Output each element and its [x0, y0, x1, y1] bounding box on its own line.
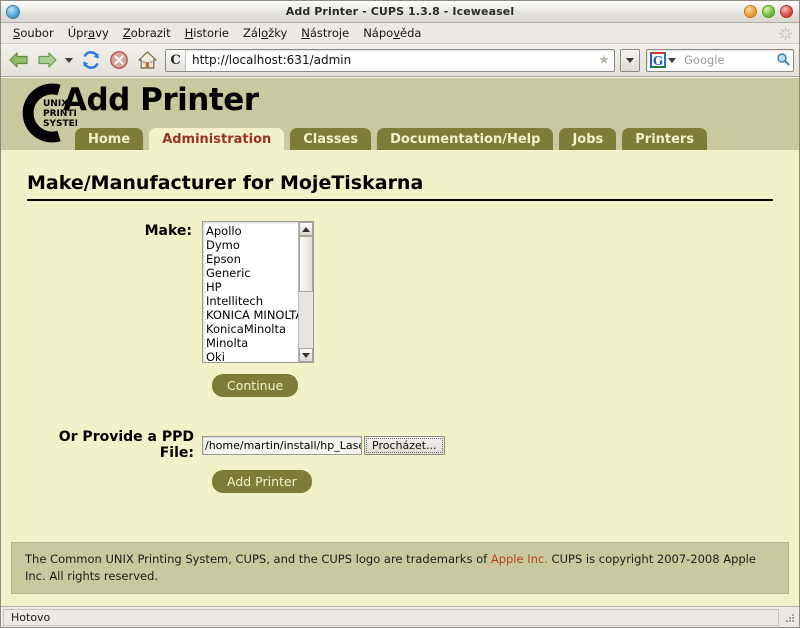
- list-item[interactable]: Generic: [206, 266, 298, 280]
- navigation-toolbar: C http://localhost:631/admin ★ G Google: [1, 44, 799, 77]
- close-button[interactable]: [780, 5, 793, 18]
- search-input[interactable]: Google: [678, 53, 773, 67]
- make-label: Make:: [144, 223, 192, 239]
- forward-arrow-icon: [38, 52, 57, 68]
- continue-button[interactable]: Continue: [212, 374, 299, 397]
- tab-administration[interactable]: Administration: [149, 128, 285, 150]
- chevron-up-icon: [302, 226, 310, 232]
- search-engine-dropdown[interactable]: [666, 47, 678, 73]
- stop-button[interactable]: [106, 47, 132, 73]
- tab-jobs[interactable]: Jobs: [559, 128, 617, 150]
- add-printer-button[interactable]: Add Printer: [212, 470, 312, 493]
- scroll-down-button[interactable]: [299, 348, 313, 362]
- minimize-button[interactable]: [744, 5, 757, 18]
- status-text: Hotovo: [3, 608, 779, 626]
- status-bar: Hotovo: [1, 606, 799, 627]
- list-item[interactable]: Epson: [206, 252, 298, 266]
- url-bar[interactable]: C http://localhost:631/admin ★: [165, 48, 615, 72]
- list-item[interactable]: HP: [206, 280, 298, 294]
- back-button[interactable]: [6, 47, 32, 73]
- page-favicon: C: [166, 49, 186, 71]
- browse-button[interactable]: Procházet...: [364, 435, 445, 455]
- tab-home[interactable]: Home: [75, 128, 144, 150]
- apple-inc-link[interactable]: Apple Inc.: [491, 552, 548, 566]
- bookmark-star-icon[interactable]: ★: [594, 53, 614, 68]
- url-text[interactable]: http://localhost:631/admin: [186, 53, 594, 67]
- page-title: Add Printer: [63, 82, 259, 118]
- url-dropdown-button[interactable]: [620, 48, 640, 72]
- reload-button[interactable]: [78, 47, 104, 73]
- chevron-down-icon: [65, 57, 73, 63]
- list-item[interactable]: Intellitech: [206, 294, 298, 308]
- window-title: Add Printer - CUPS 1.3.8 - Iceweasel: [285, 5, 515, 18]
- menu-zobrazit[interactable]: Zobrazit: [116, 24, 178, 42]
- scrollbar-thumb[interactable]: [299, 236, 313, 292]
- list-item[interactable]: Dymo: [206, 238, 298, 252]
- scrollbar-track[interactable]: [299, 236, 313, 348]
- google-logo-icon: G: [650, 52, 666, 68]
- ppd-file-row: Or Provide a PPD File: /home/martin/inst…: [27, 429, 773, 461]
- page-footer: The Common UNIX Printing System, CUPS, a…: [11, 542, 789, 594]
- window-controls: [744, 5, 793, 18]
- search-bar[interactable]: G Google: [646, 47, 794, 73]
- cups-tab-bar: Home Administration Classes Documentatio…: [1, 126, 799, 150]
- tab-printers[interactable]: Printers: [622, 128, 708, 150]
- menu-napoveda[interactable]: Nápověda: [356, 24, 428, 42]
- tab-classes[interactable]: Classes: [290, 128, 372, 150]
- magnifier-icon: [777, 52, 790, 66]
- stop-icon: [110, 51, 128, 69]
- chevron-down-icon: [626, 57, 634, 63]
- list-item[interactable]: Apollo: [206, 224, 298, 238]
- section-heading: Make/Manufacturer for MojeTiskarna: [27, 172, 773, 201]
- throbber-icon: [779, 27, 792, 40]
- forward-button[interactable]: [34, 47, 60, 73]
- page-content: Make/Manufacturer for MojeTiskarna Make:…: [1, 150, 799, 544]
- browser-window: Add Printer - CUPS 1.3.8 - Iceweasel Sou…: [0, 0, 800, 628]
- ppd-label: Or Provide a PPD File:: [58, 429, 194, 461]
- menu-zalozky[interactable]: Záložky: [236, 24, 294, 42]
- chevron-down-icon: [668, 57, 676, 63]
- resize-grip-icon[interactable]: [781, 609, 797, 625]
- continue-button-wrap: Continue: [212, 374, 773, 397]
- list-item[interactable]: KONICA MINOLTA: [206, 308, 298, 322]
- back-arrow-icon: [9, 52, 28, 68]
- chevron-down-icon: [302, 352, 310, 358]
- list-item[interactable]: Oki: [206, 350, 298, 362]
- menu-soubor[interactable]: Soubor: [6, 24, 61, 42]
- ppd-file-input[interactable]: /home/martin/install/hp_Lase: [202, 435, 362, 455]
- make-field-row: Make: Apollo Dymo Epson Generic HP Intel…: [27, 221, 773, 363]
- title-bar: Add Printer - CUPS 1.3.8 - Iceweasel: [1, 1, 799, 23]
- history-dropdown-button[interactable]: [62, 47, 76, 73]
- add-printer-button-wrap: Add Printer: [212, 470, 773, 493]
- menu-historie[interactable]: Historie: [178, 24, 236, 42]
- cups-header: UNIX PRINTING SYSTEM Add Printer Home Ad…: [1, 78, 799, 150]
- reload-icon: [83, 51, 99, 69]
- make-option-list[interactable]: Apollo Dymo Epson Generic HP Intellitech…: [203, 222, 298, 362]
- menu-nastroje[interactable]: Nástroje: [294, 24, 356, 42]
- maximize-button[interactable]: [762, 5, 775, 18]
- menu-bar: Soubor Úpravy Zobrazit Historie Záložky …: [1, 23, 799, 44]
- home-button[interactable]: [134, 47, 160, 73]
- scroll-up-button[interactable]: [299, 222, 313, 236]
- search-go-button[interactable]: [773, 51, 793, 70]
- home-icon: [137, 51, 157, 69]
- page-viewport: UNIX PRINTING SYSTEM Add Printer Home Ad…: [1, 77, 799, 606]
- menu-upravy[interactable]: Úpravy: [61, 24, 116, 42]
- list-item[interactable]: KonicaMinolta: [206, 322, 298, 336]
- make-listbox[interactable]: Apollo Dymo Epson Generic HP Intellitech…: [202, 221, 314, 363]
- tab-documentation-help[interactable]: Documentation/Help: [377, 128, 554, 150]
- footer-text-part1: The Common UNIX Printing System, CUPS, a…: [25, 552, 491, 566]
- listbox-scrollbar[interactable]: [298, 222, 313, 362]
- list-item[interactable]: Minolta: [206, 336, 298, 350]
